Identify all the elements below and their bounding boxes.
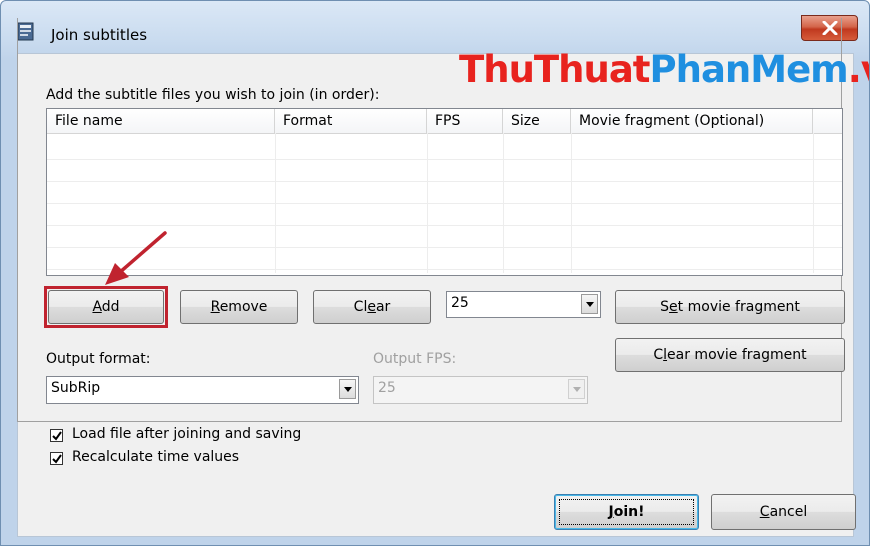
grid-line: [275, 133, 276, 273]
set-fragment-rest: t movie fragment: [677, 299, 800, 315]
set-fragment-pre: S: [660, 299, 670, 315]
checkmark-icon: [52, 454, 62, 464]
watermark-part3: .vn: [847, 48, 869, 91]
column-fps[interactable]: FPS: [427, 109, 503, 133]
load-file-checkbox[interactable]: [50, 429, 63, 442]
grid-line: [427, 133, 428, 273]
column-filler: [813, 109, 842, 133]
clear-movie-fragment-button[interactable]: Clear movie fragment: [615, 338, 845, 372]
grid-line: [503, 133, 504, 273]
grid-line: [47, 225, 842, 226]
instructions-label: Add the subtitle files you wish to join …: [46, 87, 380, 103]
grid-line: [47, 181, 842, 182]
output-format-combo[interactable]: SubRip: [46, 376, 359, 404]
load-file-label[interactable]: Load file after joining and saving: [72, 426, 301, 442]
column-movie-fragment[interactable]: Movie fragment (Optional): [571, 109, 813, 133]
output-format-value: SubRip: [51, 380, 101, 396]
fps-combo-value: 25: [451, 295, 469, 311]
checkmark-icon: [52, 431, 62, 441]
join-button[interactable]: Join!: [554, 494, 699, 530]
watermark-part2: PhanMem: [649, 48, 849, 91]
clear-label-rest: ar: [375, 299, 391, 315]
output-format-label: Output format:: [46, 351, 151, 367]
watermark-part1: ThuThuat: [459, 48, 650, 91]
remove-label: emove: [219, 299, 268, 315]
column-format[interactable]: Format: [275, 109, 427, 133]
clear-fragment-rest: ear movie fragment: [667, 347, 807, 363]
chevron-down-icon: [344, 387, 352, 392]
clear-label-pre: Cl: [353, 299, 368, 315]
add-button[interactable]: Add: [48, 290, 164, 324]
set-movie-fragment-button[interactable]: Set movie fragment: [615, 290, 845, 324]
cancel-mnemonic: C: [759, 504, 770, 520]
chevron-down-icon: [586, 302, 594, 307]
output-format-dropdown[interactable]: [339, 379, 356, 399]
recalculate-checkbox[interactable]: [50, 452, 63, 465]
cancel-label: ancel: [769, 504, 808, 520]
column-file-name[interactable]: File name: [47, 109, 275, 133]
grid-line: [47, 159, 842, 160]
remove-mnemonic: R: [210, 299, 220, 315]
output-fps-value: 25: [378, 380, 396, 396]
add-mnemonic: A: [92, 299, 102, 315]
grid-line: [47, 203, 842, 204]
grid-line: [571, 133, 572, 273]
join-subtitles-dialog: Join subtitles ThuThuatPhanMem.vn Add th…: [0, 0, 870, 546]
output-fps-dropdown: [568, 379, 585, 399]
grid-line: [813, 133, 814, 273]
remove-button[interactable]: Remove: [180, 290, 298, 324]
focus-ring: [559, 499, 694, 525]
clear-fragment-pre: C: [653, 347, 664, 363]
recalculate-label[interactable]: Recalculate time values: [72, 449, 239, 465]
add-label: dd: [101, 299, 120, 315]
output-fps-combo: 25: [373, 376, 588, 404]
list-header: File name Format FPS Size Movie fragment…: [47, 109, 842, 134]
clear-button[interactable]: Clear: [313, 290, 431, 324]
set-fragment-mnemonic: e: [669, 299, 678, 315]
fps-combo-dropdown[interactable]: [581, 294, 598, 314]
output-fps-label: Output FPS:: [373, 351, 457, 367]
annotation-arrow-icon: [105, 231, 167, 285]
fps-combo[interactable]: 25: [446, 291, 601, 318]
clear-mnemonic: e: [367, 299, 376, 315]
column-size[interactable]: Size: [503, 109, 571, 133]
cancel-button[interactable]: Cancel: [711, 494, 856, 530]
chevron-down-icon: [573, 387, 581, 392]
watermark-logo: ThuThuatPhanMem.vn: [459, 48, 869, 91]
